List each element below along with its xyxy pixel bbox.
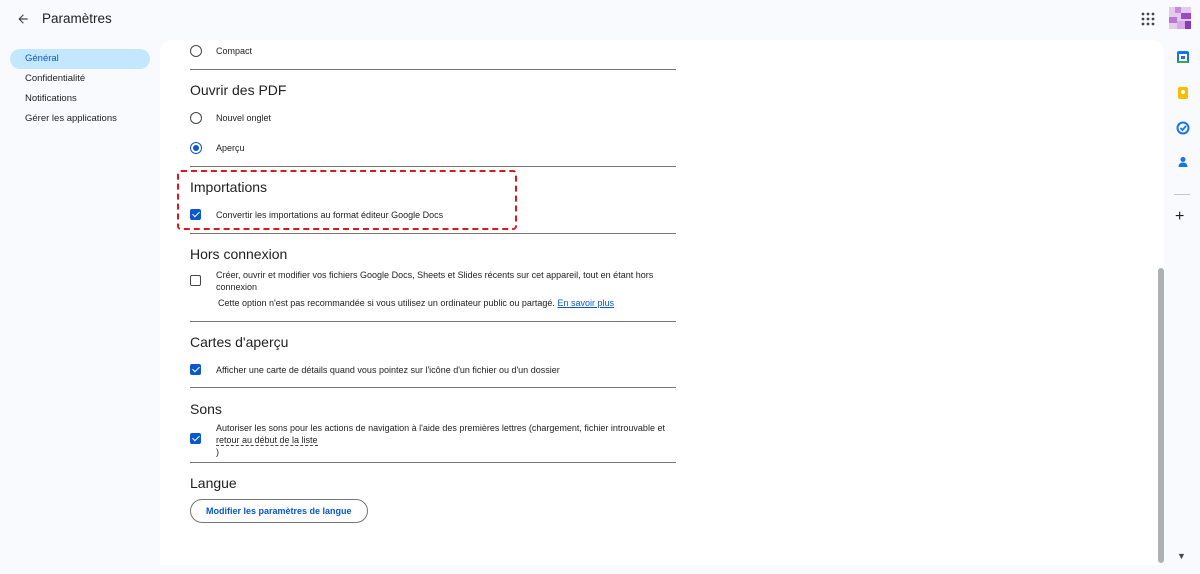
scrollbar-thumb[interactable]: [1158, 268, 1164, 563]
pdf-section-title: Ouvrir des PDF: [190, 82, 287, 98]
compact-option[interactable]: Compact: [190, 45, 252, 57]
language-section-title: Langue: [190, 475, 237, 491]
compact-radio[interactable]: [190, 45, 202, 57]
avatar[interactable]: [1169, 7, 1191, 29]
divider: [190, 233, 676, 234]
preview-label: Aperçu: [216, 143, 245, 153]
sounds-option[interactable]: Autoriser les sons pour les actions de n…: [190, 422, 676, 458]
top-bar: Paramètres: [0, 0, 1200, 40]
change-language-button[interactable]: Modifier les paramètres de langue: [190, 499, 368, 523]
divider: [190, 69, 676, 70]
preview-cards-section-title: Cartes d'aperçu: [190, 334, 289, 350]
page-title: Paramètres: [42, 11, 112, 26]
calendar-icon[interactable]: [1176, 50, 1190, 64]
offline-option[interactable]: Créer, ouvrir et modifier vos fichiers G…: [190, 269, 676, 293]
back-arrow-icon[interactable]: [12, 8, 34, 30]
preview-cards-option[interactable]: Afficher une carte de détails quand vous…: [190, 364, 560, 376]
sounds-checkbox[interactable]: [190, 433, 201, 444]
preview-radio[interactable]: [190, 142, 202, 154]
new-tab-option[interactable]: Nouvel onglet: [190, 112, 271, 124]
sounds-label: Autoriser les sons pour les actions de n…: [216, 422, 676, 458]
nav-item-privacy[interactable]: Confidentialité: [10, 69, 150, 89]
settings-panel: Compact Ouvrir des PDF Nouvel onglet Ape…: [160, 40, 1164, 565]
nav-item-notifications[interactable]: Notifications: [10, 89, 150, 109]
sounds-label-end: ): [216, 447, 219, 457]
divider: [190, 387, 676, 388]
sounds-section-title: Sons: [190, 401, 222, 417]
sounds-label-text: Autoriser les sons pour les actions de n…: [216, 423, 665, 433]
offline-note-text: Cette option n'est pas recommandée si vo…: [218, 298, 555, 308]
new-tab-radio[interactable]: [190, 112, 202, 124]
tasks-icon[interactable]: [1176, 121, 1190, 135]
offline-section-title: Hors connexion: [190, 246, 288, 262]
divider: [190, 321, 676, 322]
new-tab-label: Nouvel onglet: [216, 113, 272, 123]
side-panel-divider: [1174, 194, 1190, 195]
offline-label: Créer, ouvrir et modifier vos fichiers G…: [216, 270, 654, 292]
keep-icon[interactable]: [1176, 86, 1190, 100]
preview-option[interactable]: Aperçu: [190, 142, 245, 154]
imports-highlight-box: [177, 170, 517, 230]
scroll-down-icon[interactable]: ▼: [1177, 551, 1186, 561]
sounds-label-term[interactable]: retour au début de la liste: [216, 435, 318, 446]
divider: [190, 462, 676, 463]
google-apps-icon[interactable]: [1141, 12, 1155, 26]
settings-nav: Général Confidentialité Notifications Gé…: [10, 49, 150, 129]
learn-more-link[interactable]: En savoir plus: [557, 298, 614, 308]
contacts-icon[interactable]: [1176, 155, 1190, 169]
add-addon-icon[interactable]: +: [1175, 208, 1184, 226]
nav-item-manage-apps[interactable]: Gérer les applications: [10, 109, 150, 129]
compact-label: Compact: [216, 46, 253, 56]
preview-cards-checkbox[interactable]: [190, 364, 201, 375]
offline-checkbox[interactable]: [190, 275, 201, 286]
preview-cards-label: Afficher une carte de détails quand vous…: [216, 365, 560, 375]
divider: [190, 166, 676, 167]
offline-note: Cette option n'est pas recommandée si vo…: [218, 298, 614, 308]
nav-item-general[interactable]: Général: [10, 49, 150, 69]
